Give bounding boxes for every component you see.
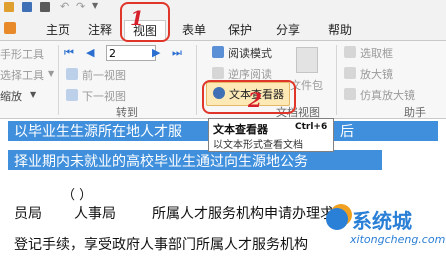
zoom-dropdown-icon[interactable]: ▼ [30, 90, 36, 99]
prev-view-button[interactable]: 前一视图 [82, 67, 126, 83]
save-icon[interactable] [22, 2, 32, 12]
doc-line: 择业期内未就业的高校毕业生通过向生源地公务 [14, 154, 308, 170]
hand-tool-button[interactable]: 手形工具 [0, 46, 44, 62]
tab-comment[interactable]: 注释 [82, 20, 118, 40]
undo-icon[interactable]: ↶ [60, 0, 69, 13]
first-page-icon[interactable]: ⏮ [64, 46, 74, 60]
group-label-assist: 助手 [404, 106, 426, 119]
select-zoom-icon [344, 46, 356, 58]
folder-icon[interactable] [4, 2, 14, 12]
doc-line: 登记手续，享受政府人事部门所属人才服务机构 [14, 237, 308, 253]
annotation-marker-1: 1 [130, 6, 144, 30]
next-view-button[interactable]: 下一视图 [82, 88, 126, 104]
tab-protect[interactable]: 保护 [222, 20, 258, 40]
doc-line: 员局 [14, 206, 42, 222]
prev-view-icon [66, 68, 78, 80]
last-page-icon[interactable]: ⏭ [172, 46, 182, 60]
customize-dropdown-icon[interactable]: ▼ [92, 1, 98, 10]
tooltip-shortcut: Ctrl+6 [295, 122, 328, 132]
pan-zoom-icon [344, 88, 356, 100]
doc-line: 以毕业生生源所在地人才服 [14, 124, 182, 140]
tab-form[interactable]: 表单 [176, 20, 212, 40]
tab-share[interactable]: 分享 [270, 20, 306, 40]
tooltip: 文本查看器 Ctrl+6 以文本形式查看文档 [208, 118, 334, 152]
magnifier-icon [344, 67, 356, 79]
redo-icon[interactable]: ↷ [76, 0, 85, 13]
select-zoom-button[interactable]: 选取框 [360, 45, 393, 61]
page-number-input[interactable] [106, 45, 156, 61]
group-label-goto: 转到 [116, 106, 138, 119]
select-tool-button[interactable]: 选择工具 [0, 67, 44, 83]
next-view-icon [66, 89, 78, 101]
tab-help[interactable]: 帮助 [322, 20, 358, 40]
doc-line-end: 后 [340, 124, 354, 140]
watermark-logo-icon [326, 208, 348, 230]
ribbon-tab-strip: 主页 注释 视图 表单 保护 分享 帮助 [0, 16, 446, 41]
annotation-marker-2: 2 [248, 88, 262, 112]
app-menu-icon[interactable] [4, 22, 16, 34]
reverse-read-icon [212, 67, 224, 79]
read-mode-icon [212, 46, 224, 58]
zoom-button[interactable]: 缩放 [0, 88, 22, 104]
watermark-brand: 系统城 [352, 209, 412, 233]
group-separator [336, 45, 337, 115]
title-bar: ↶ ↷ ▼ [0, 0, 446, 16]
pan-zoom-button[interactable]: 仿真放大镜 [360, 87, 415, 103]
file-package-icon [296, 47, 318, 73]
select-tool-dropdown-icon[interactable]: ▼ [48, 69, 54, 78]
print-icon[interactable] [40, 2, 50, 12]
tooltip-title: 文本查看器 [213, 123, 268, 136]
annotation-box-view-tab [120, 2, 170, 42]
tab-home[interactable]: 主页 [40, 20, 76, 40]
prev-page-icon[interactable]: ◀ [86, 46, 94, 59]
watermark-url: xitongcheng.com [350, 233, 446, 246]
read-mode-button[interactable]: 阅读模式 [228, 45, 272, 61]
group-separator [196, 45, 197, 115]
next-page-icon[interactable]: ▶ [152, 46, 160, 59]
tooltip-description: 以文本形式查看文档 [213, 140, 303, 151]
group-separator [58, 45, 59, 115]
doc-line: 所属人才服务机构申请办理求职 [152, 206, 348, 222]
magnifier-button[interactable]: 放大镜 [360, 66, 393, 82]
doc-line: （ ） [62, 188, 93, 203]
doc-line: 人事局 [74, 206, 116, 222]
